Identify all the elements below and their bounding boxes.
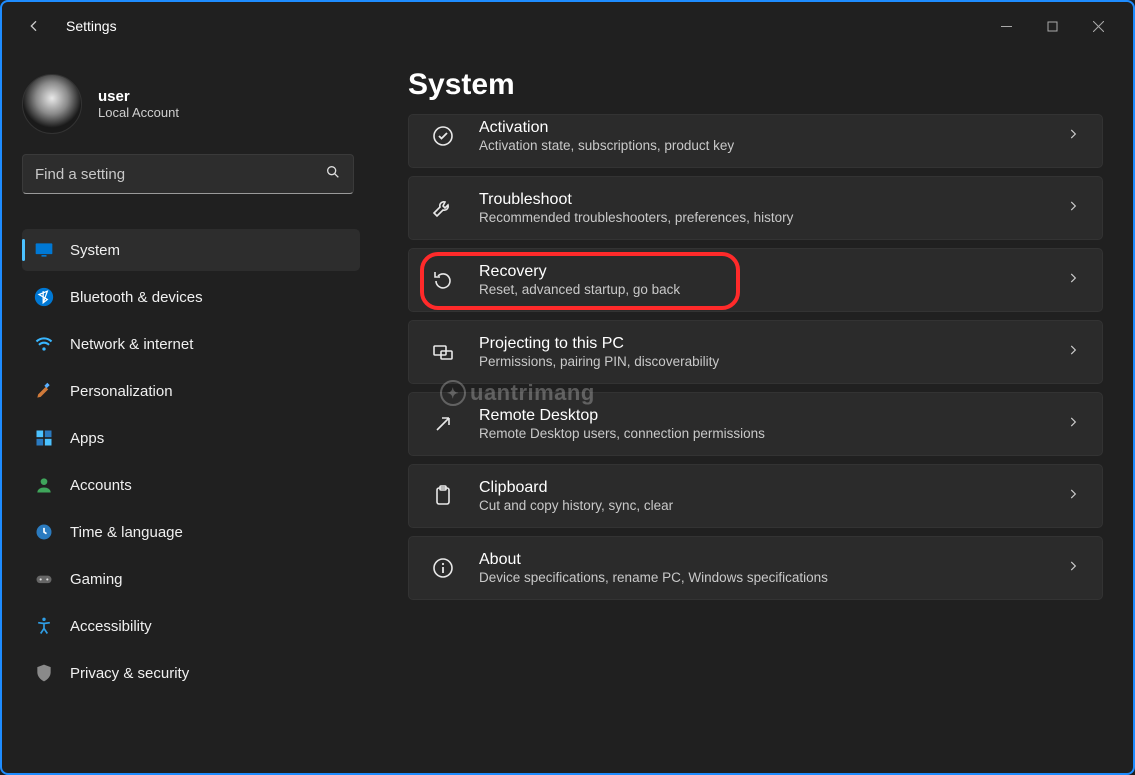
card-text: Remote DesktopRemote Desktop users, conn… <box>479 407 1042 441</box>
main-content: System ActivationActivation state, subsc… <box>372 50 1133 773</box>
monitor-icon <box>34 240 54 260</box>
person-icon <box>34 475 54 495</box>
back-button[interactable] <box>14 6 54 46</box>
settings-card-projecting-to-this-pc[interactable]: Projecting to this PCPermissions, pairin… <box>408 320 1103 384</box>
sidebar: user Local Account System Bluetooth & dev… <box>2 50 372 773</box>
chevron-right-icon <box>1066 127 1080 146</box>
chevron-right-icon <box>1066 271 1080 290</box>
clock-icon <box>34 522 54 542</box>
sidebar-item-time-language[interactable]: Time & language <box>22 511 360 553</box>
chevron-right-icon <box>1066 199 1080 218</box>
close-button[interactable] <box>1075 6 1121 46</box>
card-title: Projecting to this PC <box>479 335 1042 353</box>
card-sub: Activation state, subscriptions, product… <box>479 138 1042 153</box>
search-input[interactable] <box>35 166 325 183</box>
chevron-right-icon <box>1066 559 1080 578</box>
card-title: Activation <box>479 119 1042 137</box>
card-text: AboutDevice specifications, rename PC, W… <box>479 551 1042 585</box>
sidebar-item-personalization[interactable]: Personalization <box>22 370 360 412</box>
titlebar: Settings <box>2 2 1133 50</box>
sidebar-item-label: Personalization <box>70 383 173 400</box>
profile-name: user <box>98 88 179 105</box>
wifi-icon <box>34 334 54 354</box>
card-text: Projecting to this PCPermissions, pairin… <box>479 335 1042 369</box>
card-sub: Remote Desktop users, connection permiss… <box>479 426 1042 441</box>
search-icon <box>325 164 341 185</box>
brush-icon <box>34 381 54 401</box>
chevron-right-icon <box>1066 487 1080 506</box>
sidebar-item-label: Accessibility <box>70 618 152 635</box>
settings-card-remote-desktop[interactable]: Remote DesktopRemote Desktop users, conn… <box>408 392 1103 456</box>
settings-card-recovery[interactable]: RecoveryReset, advanced startup, go back <box>408 248 1103 312</box>
wrench-icon <box>431 196 455 220</box>
search-box[interactable] <box>22 154 354 194</box>
card-sub: Recommended troubleshooters, preferences… <box>479 210 1042 225</box>
gamepad-icon <box>34 569 54 589</box>
info-icon <box>431 556 455 580</box>
sidebar-item-label: Apps <box>70 430 104 447</box>
sidebar-item-label: Privacy & security <box>70 665 189 682</box>
sidebar-item-apps[interactable]: Apps <box>22 417 360 459</box>
chevron-right-icon <box>1066 415 1080 434</box>
card-title: Clipboard <box>479 479 1042 497</box>
card-title: Troubleshoot <box>479 191 1042 209</box>
clipboard-icon <box>431 484 455 508</box>
settings-card-troubleshoot[interactable]: TroubleshootRecommended troubleshooters,… <box>408 176 1103 240</box>
sidebar-item-accessibility[interactable]: Accessibility <box>22 605 360 647</box>
card-sub: Permissions, pairing PIN, discoverabilit… <box>479 354 1042 369</box>
shield-icon <box>34 663 54 683</box>
settings-card-clipboard[interactable]: ClipboardCut and copy history, sync, cle… <box>408 464 1103 528</box>
chevron-right-icon <box>1066 343 1080 362</box>
minimize-button[interactable] <box>983 6 1029 46</box>
sidebar-item-accounts[interactable]: Accounts <box>22 464 360 506</box>
card-title: Recovery <box>479 263 1042 281</box>
sidebar-item-gaming[interactable]: Gaming <box>22 558 360 600</box>
sidebar-item-system[interactable]: System <box>22 229 360 271</box>
recovery-icon <box>431 268 455 292</box>
bluetooth-icon <box>34 287 54 307</box>
card-sub: Device specifications, rename PC, Window… <box>479 570 1042 585</box>
remote-icon <box>431 412 455 436</box>
sidebar-item-label: System <box>70 242 120 259</box>
card-text: RecoveryReset, advanced startup, go back <box>479 263 1042 297</box>
card-text: ActivationActivation state, subscription… <box>479 119 1042 153</box>
sidebar-item-bluetooth-devices[interactable]: Bluetooth & devices <box>22 276 360 318</box>
sidebar-item-label: Bluetooth & devices <box>70 289 203 306</box>
sidebar-item-label: Accounts <box>70 477 132 494</box>
avatar <box>22 74 82 134</box>
check-circle-icon <box>431 124 455 148</box>
sidebar-item-network-internet[interactable]: Network & internet <box>22 323 360 365</box>
maximize-button[interactable] <box>1029 6 1075 46</box>
accessibility-icon <box>34 616 54 636</box>
sidebar-item-label: Time & language <box>70 524 183 541</box>
card-text: ClipboardCut and copy history, sync, cle… <box>479 479 1042 513</box>
card-sub: Cut and copy history, sync, clear <box>479 498 1042 513</box>
page-title: System <box>408 68 1103 102</box>
profile-sub: Local Account <box>98 105 179 120</box>
card-text: TroubleshootRecommended troubleshooters,… <box>479 191 1042 225</box>
profile-block[interactable]: user Local Account <box>22 74 372 154</box>
card-title: Remote Desktop <box>479 407 1042 425</box>
project-icon <box>431 340 455 364</box>
sidebar-item-privacy-security[interactable]: Privacy & security <box>22 652 360 694</box>
sidebar-item-label: Network & internet <box>70 336 193 353</box>
settings-card-activation[interactable]: ActivationActivation state, subscription… <box>408 114 1103 168</box>
nav-list: System Bluetooth & devices Network & inter… <box>22 224 372 773</box>
card-sub: Reset, advanced startup, go back <box>479 282 1042 297</box>
card-title: About <box>479 551 1042 569</box>
apps-icon <box>34 428 54 448</box>
sidebar-item-label: Gaming <box>70 571 123 588</box>
window-controls <box>983 6 1121 46</box>
settings-card-about[interactable]: AboutDevice specifications, rename PC, W… <box>408 536 1103 600</box>
app-title: Settings <box>66 18 117 34</box>
